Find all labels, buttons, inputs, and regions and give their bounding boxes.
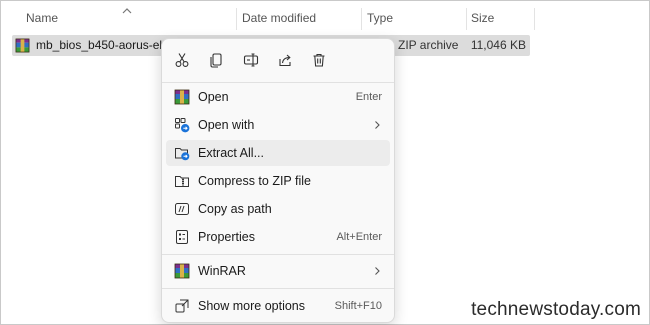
menu-item-open-with[interactable]: Open with xyxy=(166,112,390,138)
show-more-icon xyxy=(174,298,190,314)
explorer-window: Name Date modified Type Size mb_bios_b45… xyxy=(0,0,650,325)
menu-item-label: Show more options xyxy=(198,299,306,313)
copy-path-icon xyxy=(174,201,190,217)
share-icon xyxy=(279,54,291,67)
menu-item-open[interactable]: Open Enter xyxy=(166,84,390,110)
menu-item-shortcut: Enter xyxy=(355,91,382,103)
column-date-modified[interactable]: Date modified xyxy=(242,5,357,31)
column-size[interactable]: Size xyxy=(471,5,531,31)
column-divider[interactable] xyxy=(361,8,362,30)
menu-item-label: Compress to ZIP file xyxy=(198,174,312,188)
chevron-right-icon xyxy=(375,267,380,275)
menu-item-label: Extract All... xyxy=(198,146,264,160)
menu-item-label: WinRAR xyxy=(198,264,246,278)
zip-folder-icon xyxy=(174,173,190,189)
cut-button[interactable] xyxy=(170,48,194,72)
winrar-icon xyxy=(15,38,30,53)
share-button[interactable] xyxy=(273,48,297,72)
menu-item-label: Open with xyxy=(198,118,255,132)
menu-separator xyxy=(162,82,394,83)
menu-item-compress-zip[interactable]: Compress to ZIP file xyxy=(166,168,390,194)
properties-icon xyxy=(174,229,190,245)
open-with-icon xyxy=(174,117,190,133)
menu-item-label: Open xyxy=(198,90,229,104)
rename-button[interactable] xyxy=(239,48,263,72)
copy-icon xyxy=(210,53,222,68)
menu-item-label: Properties xyxy=(198,230,255,244)
menu-separator xyxy=(162,288,394,289)
menu-item-shortcut: Shift+F10 xyxy=(334,300,382,312)
column-divider[interactable] xyxy=(534,8,535,30)
delete-button[interactable] xyxy=(307,48,331,72)
watermark: technewstoday.com xyxy=(471,299,641,320)
column-type[interactable]: Type xyxy=(367,5,462,31)
menu-item-winrar[interactable]: WinRAR xyxy=(166,258,390,284)
quick-action-bar xyxy=(162,39,394,81)
menu-item-show-more[interactable]: Show more options Shift+F10 xyxy=(166,293,390,319)
column-header: Name Date modified Type Size xyxy=(1,5,650,31)
menu-item-properties[interactable]: Properties Alt+Enter xyxy=(166,224,390,250)
column-divider[interactable] xyxy=(466,8,467,30)
rename-icon xyxy=(243,53,259,67)
menu-item-shortcut: Alt+Enter xyxy=(336,231,382,243)
menu-item-extract-all[interactable]: Extract All... xyxy=(166,140,390,166)
file-size: 11,046 KB xyxy=(470,38,526,52)
winrar-icon xyxy=(174,89,190,105)
column-divider[interactable] xyxy=(236,8,237,30)
menu-item-copy-path[interactable]: Copy as path xyxy=(166,196,390,222)
chevron-right-icon xyxy=(375,121,380,129)
file-name: mb_bios_b450-aorus-elite_f xyxy=(36,38,166,52)
column-name[interactable]: Name xyxy=(26,5,226,31)
menu-separator xyxy=(162,254,394,255)
copy-button[interactable] xyxy=(204,48,228,72)
menu-item-label: Copy as path xyxy=(198,202,272,216)
winrar-icon xyxy=(174,263,190,279)
scissors-icon xyxy=(175,53,189,67)
trash-icon xyxy=(313,53,325,67)
extract-folder-icon xyxy=(174,145,190,161)
context-menu: Open Enter Open with Extract All... Comp… xyxy=(161,38,395,323)
